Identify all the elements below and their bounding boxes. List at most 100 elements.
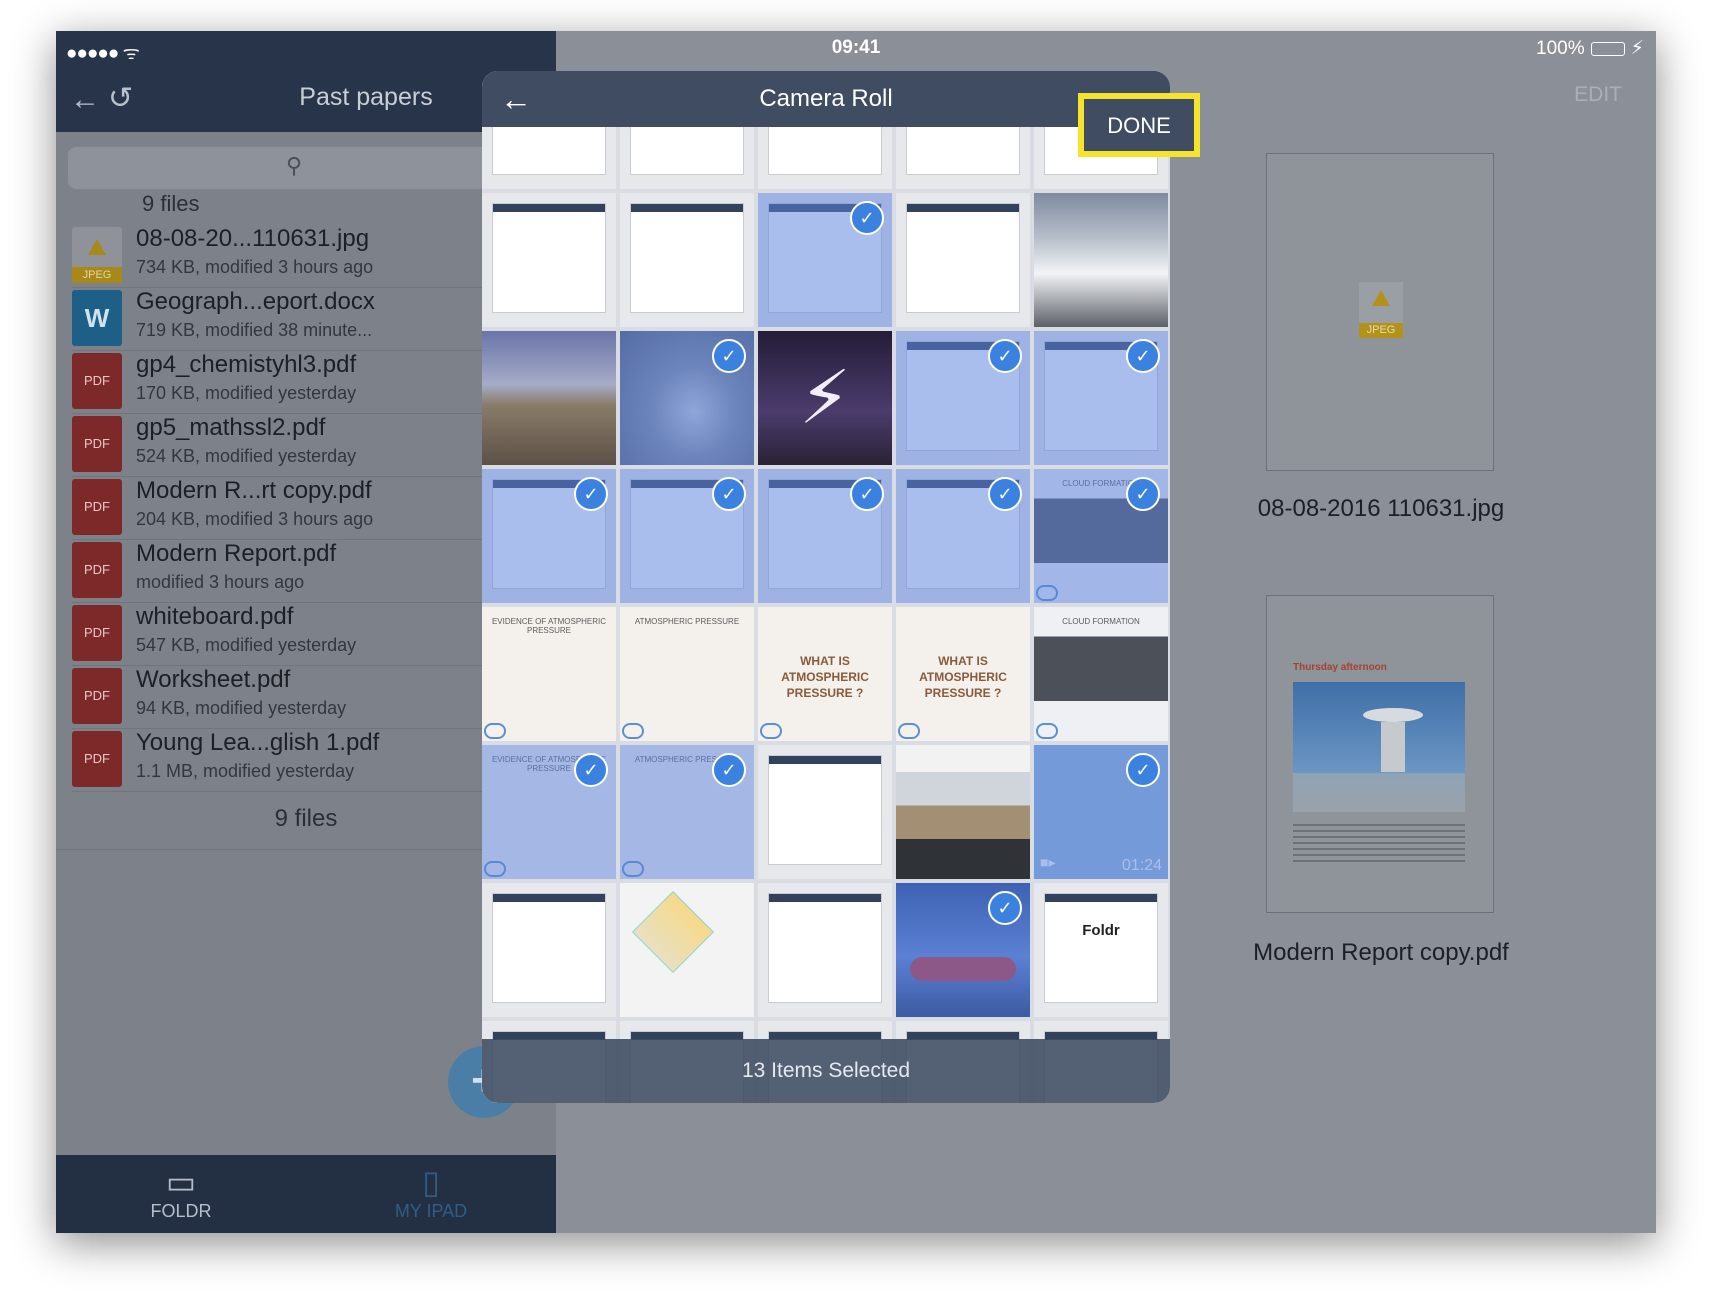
jpeg-file-icon: JPEG: [72, 227, 122, 283]
battery-icon: [1590, 41, 1625, 56]
photo-thumbnail[interactable]: ATMOSPHERIC PRESSURE✓: [620, 745, 754, 879]
photo-thumbnail[interactable]: [620, 193, 754, 327]
file-name: Young Lea...glish 1.pdf: [136, 729, 380, 756]
file-meta: modified 3 hours ago: [136, 572, 305, 592]
pdf-heading: Thursday afternoon: [1293, 662, 1387, 673]
edit-button[interactable]: EDIT: [1574, 83, 1622, 107]
file-meta: 1.1 MB, modified yesterday: [136, 761, 355, 781]
photo-thumbnail[interactable]: ✓: [620, 469, 754, 603]
thumbnail-caption: WHAT IS ATMOSPHERIC PRESSURE ?: [919, 654, 1007, 700]
checkmark-icon: ✓: [712, 339, 746, 373]
history-icon[interactable]: ↺: [108, 81, 133, 116]
file-name: 08-08-20...110631.jpg: [136, 225, 370, 252]
preview-jpeg-thumb[interactable]: JPEG: [1266, 153, 1494, 471]
thumbnail-caption: ATMOSPHERIC PRESSURE: [634, 617, 740, 626]
photo-thumbnail[interactable]: ATMOSPHERIC PRESSURE: [620, 607, 754, 741]
checkmark-icon: ✓: [1126, 477, 1160, 511]
photo-thumbnail[interactable]: [620, 883, 754, 1017]
pdf-file-icon: PDF: [72, 542, 122, 598]
photo-thumbnail[interactable]: EVIDENCE OF ATMOSPHERIC PRESSURE: [482, 607, 616, 741]
screenshot-preview: [768, 893, 882, 1003]
photo-thumbnail[interactable]: ✓: [1034, 331, 1168, 465]
photo-thumbnail[interactable]: ✓: [896, 883, 1030, 1017]
photo-thumbnail[interactable]: [482, 193, 616, 327]
pdf-file-icon: PDF: [72, 731, 122, 787]
word-file-icon: W: [72, 290, 122, 346]
cloud-icon: [622, 723, 644, 739]
camera-roll-title: Camera Roll: [759, 85, 893, 112]
pdf-file-icon: PDF: [72, 668, 122, 724]
photo-thumbnail[interactable]: ✓: [758, 469, 892, 603]
divider: [56, 849, 556, 850]
photo-thumbnail[interactable]: ✓: [896, 469, 1030, 603]
checkmark-icon: ✓: [574, 753, 608, 787]
photo-thumbnail[interactable]: WHAT IS ATMOSPHERIC PRESSURE ?: [758, 607, 892, 741]
photo-thumbnail[interactable]: ✓: [896, 331, 1030, 465]
checkmark-icon: ✓: [988, 891, 1022, 925]
file-meta: 524 KB, modified yesterday: [136, 446, 357, 466]
photo-thumbnail[interactable]: EVIDENCE OF ATMOSPHERIC PRESSURE✓: [482, 745, 616, 879]
selection-count-bar: 13 Items Selected: [482, 1039, 1170, 1103]
photo-thumbnail[interactable]: [758, 883, 892, 1017]
folder-title: Past papers: [299, 83, 433, 111]
checkmark-icon: ✓: [712, 753, 746, 787]
tab-foldr[interactable]: ▭ FOLDR: [56, 1155, 306, 1233]
pdf-file-icon: PDF: [72, 353, 122, 409]
photo-thumbnail[interactable]: CLOUD FORMATION✓: [1034, 469, 1168, 603]
back-arrow-icon[interactable]: ←: [70, 83, 100, 117]
photo-thumbnail[interactable]: ✓: [620, 331, 754, 465]
search-icon: ⚲: [286, 153, 303, 178]
photo-thumbnail[interactable]: [1034, 193, 1168, 327]
screenshot-preview: [906, 203, 1020, 313]
pdf-body-text-lines: [1293, 824, 1465, 864]
checkmark-icon: ✓: [574, 477, 608, 511]
screenshot-preview: [630, 203, 744, 313]
photo-thumbnail[interactable]: ⚡: [758, 331, 892, 465]
cloud-icon: [760, 723, 782, 739]
photo-thumbnail[interactable]: CLOUD FORMATION: [1034, 607, 1168, 741]
tab-my-ipad[interactable]: ▯ MY IPAD: [306, 1155, 556, 1233]
checkmark-icon: ✓: [988, 339, 1022, 373]
file-name: Worksheet.pdf: [136, 666, 291, 693]
photo-thumbnail[interactable]: [896, 193, 1030, 327]
file-meta: 719 KB, modified 38 minute...: [136, 320, 373, 340]
photo-thumbnail[interactable]: 01:24■▸✓: [1034, 745, 1168, 879]
file-name: Modern R...rt copy.pdf: [136, 477, 372, 504]
cloud-icon: [898, 723, 920, 739]
file-name: Modern Report.pdf: [136, 540, 337, 567]
checkmark-icon: ✓: [850, 201, 884, 235]
search-field[interactable]: ⚲: [68, 147, 548, 189]
file-meta: 204 KB, modified 3 hours ago: [136, 509, 374, 529]
photo-thumbnail[interactable]: Foldr: [1034, 883, 1168, 1017]
preview-pdf-thumb[interactable]: Thursday afternoon: [1266, 595, 1494, 913]
photo-thumbnail[interactable]: [896, 745, 1030, 879]
pdf-file-icon: PDF: [72, 479, 122, 535]
screenshot-preview: [1044, 893, 1158, 1003]
checkmark-icon: ✓: [712, 477, 746, 511]
file-name: gp4_chemistyhl3.pdf: [136, 351, 357, 378]
thumbnail-caption: WHAT IS ATMOSPHERIC PRESSURE ?: [781, 654, 869, 700]
file-meta: 170 KB, modified yesterday: [136, 383, 357, 403]
screenshot-preview: [492, 893, 606, 1003]
photo-thumbnail[interactable]: ✓: [758, 193, 892, 327]
checkmark-icon: ✓: [1126, 753, 1160, 787]
ipad-screen: ●●●●● ᯤ 09:41 100% ⚡ ← ↺ Past papers ⚲ 9…: [56, 31, 1656, 1233]
file-count-bottom: 9 files: [274, 805, 338, 832]
done-button[interactable]: DONE: [1078, 93, 1200, 157]
screenshot-preview: [492, 203, 606, 313]
preview-pdf-caption: Modern Report copy.pdf: [1253, 939, 1509, 966]
done-button-label: DONE: [1107, 113, 1171, 138]
photo-thumbnail[interactable]: WHAT IS ATMOSPHERIC PRESSURE ?: [896, 607, 1030, 741]
file-meta: 547 KB, modified yesterday: [136, 635, 357, 655]
battery-indicator: 100% ⚡: [1536, 37, 1644, 60]
file-browser-pane: ← ↺ Past papers ⚲ 9 files JPEG 08-08-20..…: [56, 31, 556, 1233]
thumbnail-caption: Foldr: [1082, 922, 1120, 939]
file-meta: 94 KB, modified yesterday: [136, 698, 347, 718]
photo-thumbnail[interactable]: ✓: [482, 469, 616, 603]
photo-thumbnail[interactable]: [482, 883, 616, 1017]
photo-thumbnail[interactable]: [482, 331, 616, 465]
battery-percent: 100%: [1536, 37, 1585, 59]
jpeg-file-icon: JPEG: [1359, 282, 1403, 338]
photo-thumbnail[interactable]: [758, 745, 892, 879]
checkmark-icon: ✓: [988, 477, 1022, 511]
